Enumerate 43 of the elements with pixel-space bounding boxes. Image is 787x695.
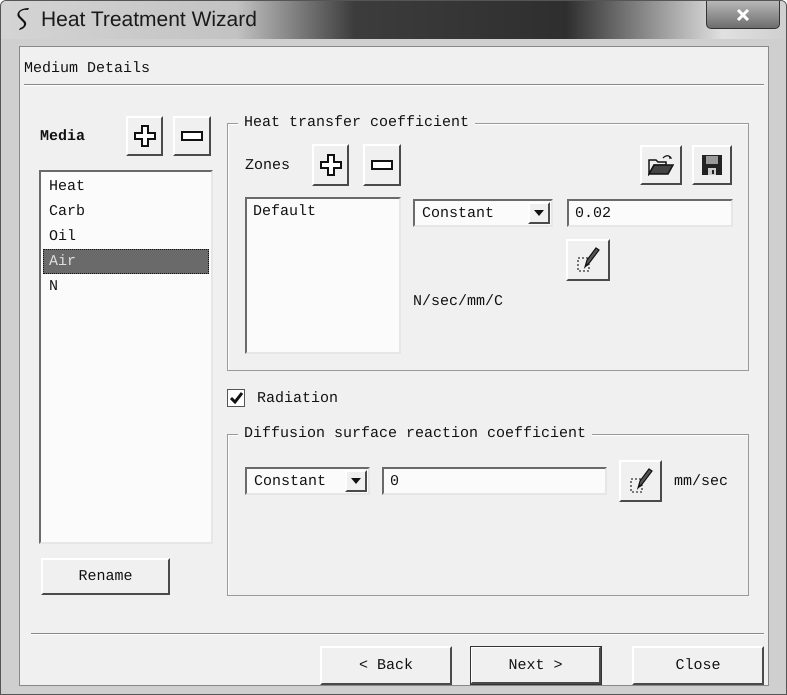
media-item[interactable]: N [43,274,209,300]
plus-icon [134,125,156,148]
media-item[interactable]: Carb [43,199,209,224]
coefficient-field[interactable]: 0.02 [567,199,733,228]
remove-media-button[interactable] [173,116,211,156]
unit-label: mm/sec [674,472,728,490]
edit-button[interactable] [566,239,610,282]
plus-icon [320,154,342,176]
zones-label: Zones [245,156,292,174]
next-button[interactable]: Next > [470,646,602,685]
radiation-checkbox[interactable] [227,389,245,408]
mode-dropdown[interactable]: Constant [413,199,553,228]
close-button[interactable] [706,1,780,29]
zone-item[interactable]: Default [253,203,393,226]
rename-button[interactable]: Rename [41,558,170,596]
check-icon [230,392,242,404]
remove-zone-button[interactable] [363,144,401,186]
coefficient-field[interactable]: 0 [382,467,607,496]
page-title: Medium Details [24,60,150,77]
media-label: Media [39,128,86,145]
close-icon [736,8,750,20]
media-item[interactable]: Air [43,249,209,274]
media-item[interactable]: Oil [43,224,209,250]
save-button[interactable] [692,145,732,186]
mode-dropdown[interactable]: Constant [245,467,370,496]
add-media-button[interactable] [126,116,163,156]
dropdown-arrow-icon [534,210,544,216]
minus-icon [371,160,393,170]
unit-label: N/sec/mm/C [413,293,504,310]
window-title: Heat Treatment Wizard [41,8,257,32]
close-button[interactable]: Close [632,646,764,685]
edit-pencil-icon [628,468,652,494]
radiation-label: Radiation [257,390,338,407]
open-folder-icon [648,154,674,176]
add-zone-button[interactable] [312,144,349,186]
open-button[interactable] [640,145,682,186]
edit-button[interactable] [619,460,662,502]
dropdown-arrow-icon [351,478,361,484]
edit-pencil-icon [576,247,600,274]
app-logo-icon [15,8,31,32]
back-button[interactable]: < Back [320,646,452,685]
minus-icon [181,131,203,142]
media-item[interactable]: Heat [43,174,209,200]
